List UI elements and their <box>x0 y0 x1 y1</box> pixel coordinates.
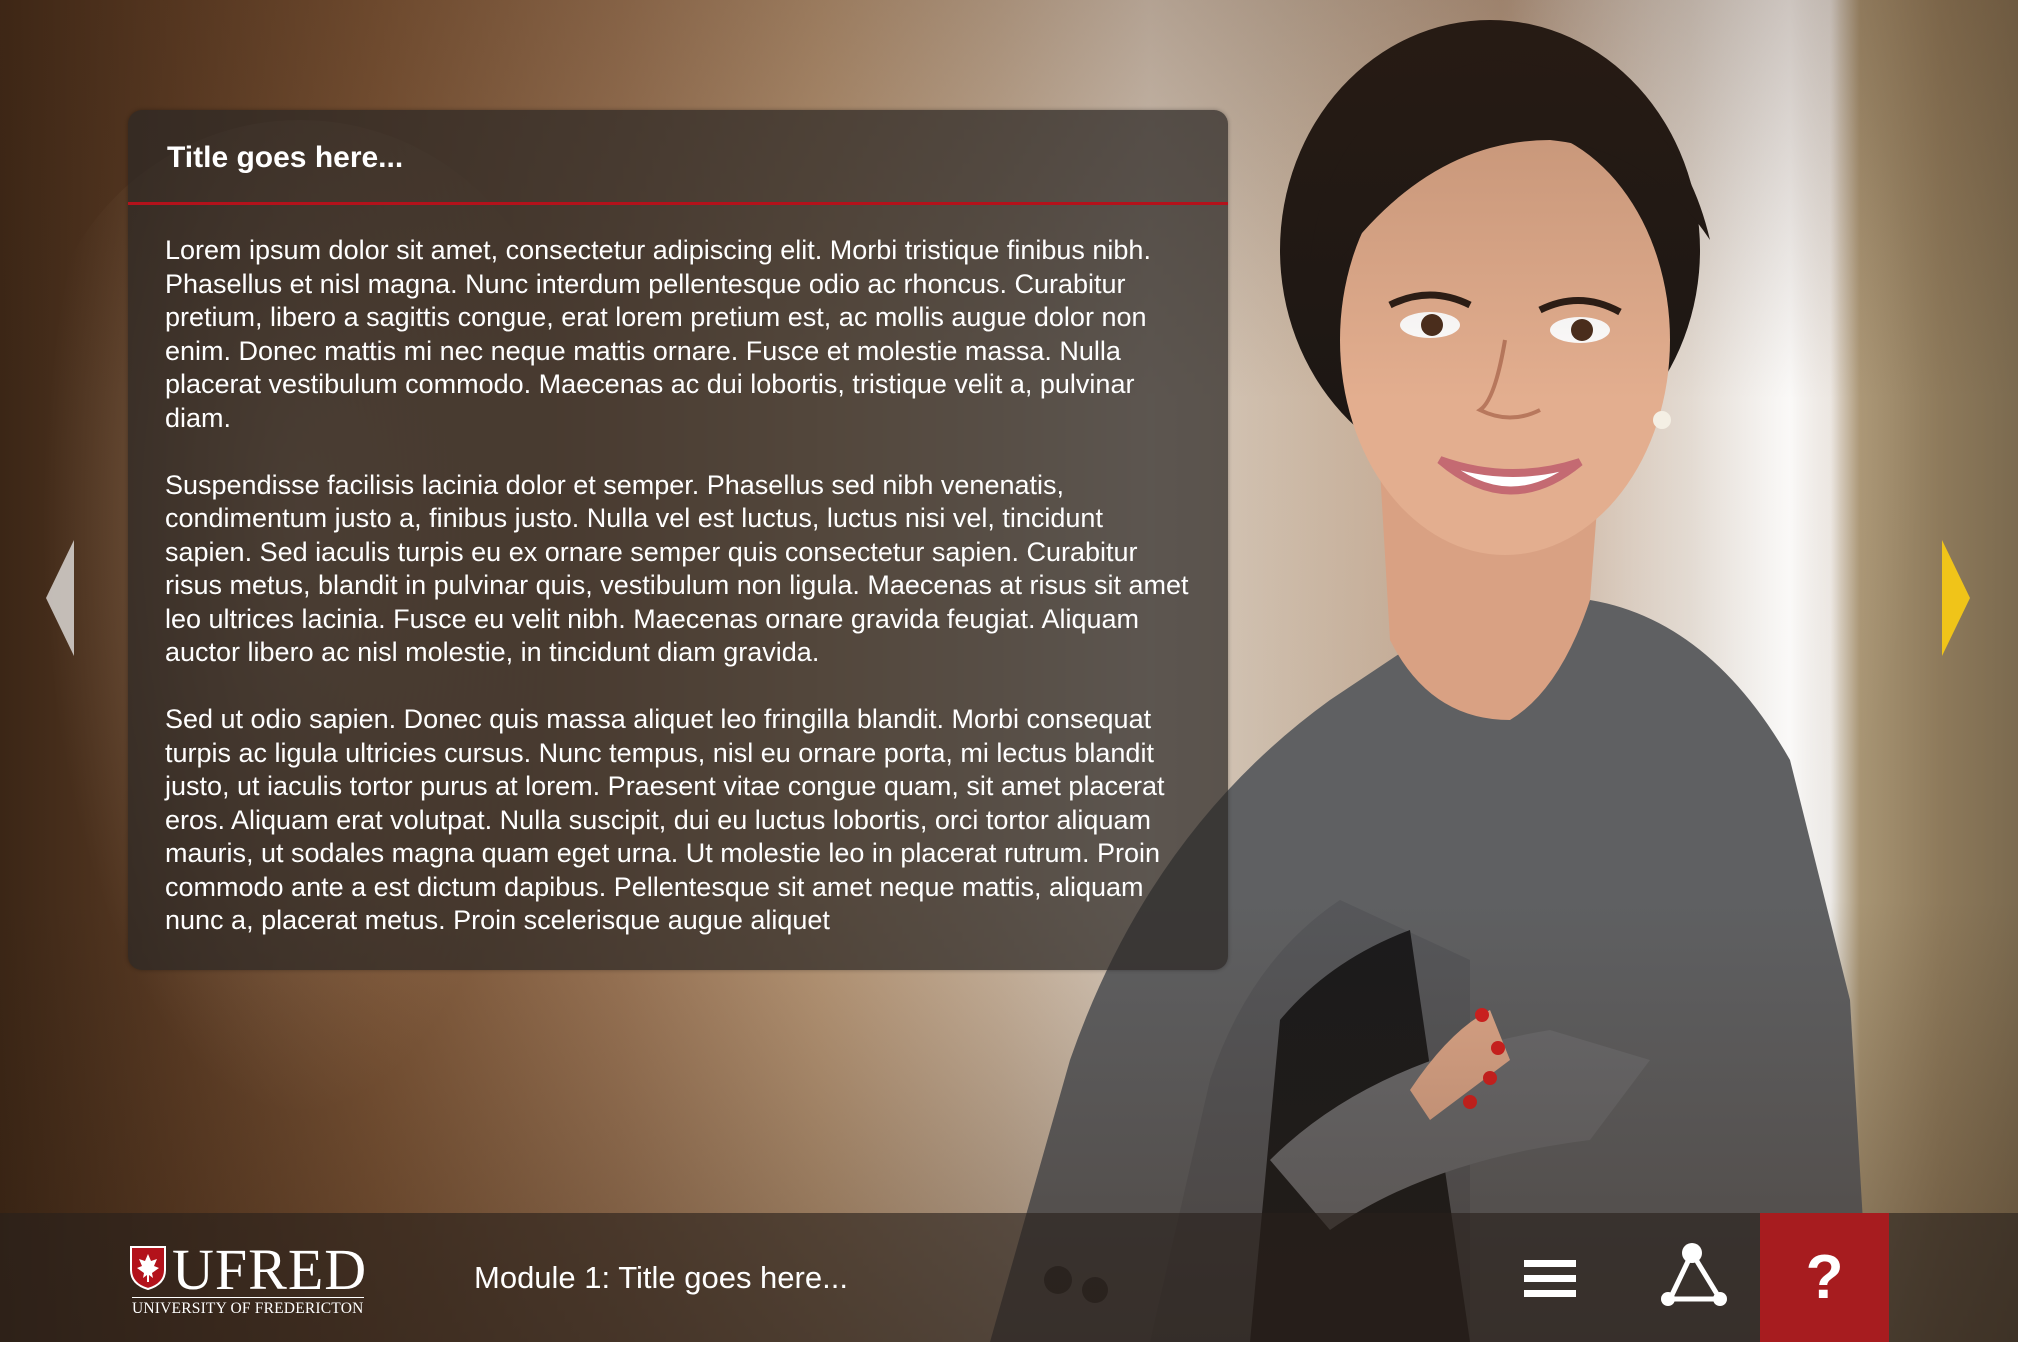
share-button[interactable] <box>1640 1213 1744 1342</box>
help-icon: ? <box>1805 1243 1844 1312</box>
logo-divider <box>132 1297 364 1298</box>
paragraph: Sed ut odio sapien. Donec quis massa ali… <box>165 704 1165 935</box>
menu-button[interactable] <box>1498 1213 1602 1342</box>
university-logo: UFRED UNIVERSITY OF FREDERICTON <box>130 1237 370 1317</box>
paragraph: Suspendisse facilisis lacinia dolor et s… <box>165 469 1189 668</box>
maple-leaf-shield-icon <box>130 1246 166 1290</box>
previous-button[interactable] <box>46 540 74 656</box>
content-panel: Title goes here... Lorem ipsum dolor sit… <box>128 110 1228 970</box>
share-network-icon <box>1661 1243 1727 1306</box>
chevron-left-icon <box>46 540 74 656</box>
hamburger-menu-icon <box>1524 1260 1576 1297</box>
next-button[interactable] <box>1942 540 1970 656</box>
panel-title: Title goes here... <box>167 141 404 174</box>
logo-subtitle: UNIVERSITY OF FREDERICTON <box>132 1300 364 1317</box>
panel-header: Title goes here... <box>128 110 1228 205</box>
panel-body: Lorem ipsum dolor sit amet, consectetur … <box>165 234 1195 971</box>
logo-wordmark: UFRED <box>172 1237 368 1302</box>
paragraph: Lorem ipsum dolor sit amet, consectetur … <box>165 235 1151 433</box>
help-button[interactable]: ? <box>1760 1213 1889 1342</box>
module-title: Module 1: Title goes here... <box>474 1260 848 1295</box>
chevron-right-icon <box>1942 540 1970 656</box>
